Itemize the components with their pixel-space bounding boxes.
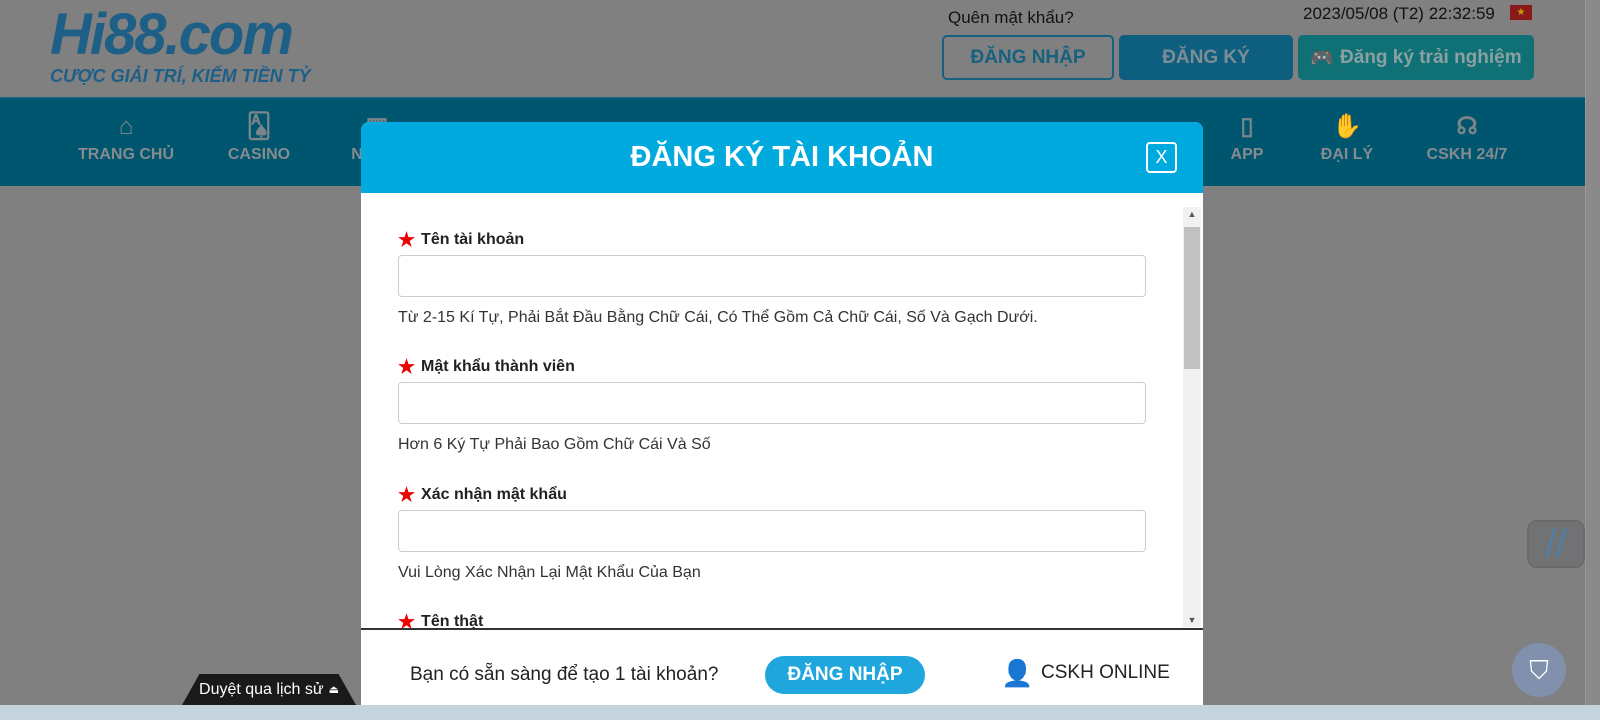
cards-icon: 🂡 — [246, 113, 272, 140]
confirm-password-hint: Vui Lòng Xác Nhận Lại Mật Khẩu Của Bạn — [398, 564, 701, 581]
vietnam-flag-icon[interactable]: ★ — [1510, 5, 1532, 20]
username-group: ★ Tên tài khoản Từ 2-15 Kí Tự, Phải Bắt Đ… — [398, 229, 1146, 327]
mcafee-shield-icon[interactable]: ⛉ — [1512, 643, 1566, 697]
login-button[interactable]: ĐĂNG NHẬP — [942, 35, 1114, 80]
required-star-icon: ★ — [398, 611, 416, 629]
username-input[interactable] — [398, 255, 1146, 297]
nav-app[interactable]: ▯ APP — [1225, 112, 1269, 164]
confirm-password-input[interactable] — [398, 510, 1146, 552]
phone-icon: ▯ — [1240, 113, 1254, 140]
username-hint: Từ 2-15 Kí Tự, Phải Bắt Đầu Bằng Chữ Cái… — [398, 309, 1038, 326]
scroll-up-icon[interactable]: ▲ — [1183, 209, 1201, 219]
bottom-bar — [0, 705, 1600, 720]
nav-support[interactable]: ☊ CSKH 24/7 — [1424, 112, 1510, 164]
password-input[interactable] — [398, 382, 1146, 424]
side-widget-button[interactable]: ⧸⧸ — [1527, 520, 1585, 568]
required-star-icon: ★ — [398, 484, 416, 506]
modal-footer: Bạn có sẵn sàng để tạo 1 tài khoản? ĐĂNG… — [361, 628, 1203, 705]
password-group: ★ Mật khẩu thành viên Hơn 6 Ký Tự Phải Ba… — [398, 356, 1146, 454]
forgot-password-link[interactable]: Quên mật khẩu? — [948, 8, 1074, 28]
password-hint: Hơn 6 Ký Tự Phải Bao Gồm Chữ Cái Và Số — [398, 436, 711, 453]
support-online-link[interactable]: 👤 CSKH ONLINE — [1001, 656, 1170, 690]
page-scrollbar[interactable] — [1585, 0, 1600, 705]
nav-casino[interactable]: 🂡 CASINO — [222, 112, 296, 164]
ready-text: Bạn có sẵn sàng để tạo 1 tài khoản? — [410, 664, 719, 685]
headset-24-icon: ☊ — [1456, 113, 1478, 140]
datetime: 2023/05/08 (T2) 22:32:59 — [1303, 4, 1495, 23]
close-button[interactable]: X — [1146, 142, 1177, 173]
browse-history-tab[interactable]: Duyệt qua lịch sử ⏏ — [182, 674, 356, 705]
required-star-icon: ★ — [398, 229, 416, 251]
required-star-icon: ★ — [398, 356, 416, 378]
home-icon: ⌂ — [118, 113, 134, 140]
register-modal: ĐĂNG KÝ TÀI KHOẢN X ★ Tên tài khoản Từ 2-… — [361, 122, 1203, 705]
logo[interactable]: Hi88.com CƯỢC GIẢI TRÍ, KIẾM TIỀN TỶ — [50, 6, 311, 87]
modal-title: ĐĂNG KÝ TÀI KHOẢN — [361, 122, 1203, 193]
scrollbar-thumb[interactable] — [1184, 227, 1200, 369]
realname-group: ★ Tên thật — [398, 611, 1146, 629]
eject-icon: ⏏ — [328, 684, 339, 696]
trial-register-button[interactable]: 🎮 Đăng ký trải nghiệm — [1298, 35, 1534, 80]
register-button[interactable]: ĐĂNG KÝ — [1119, 35, 1293, 80]
footer-login-button[interactable]: ĐĂNG NHẬP — [765, 656, 925, 694]
scroll-down-icon[interactable]: ▼ — [1183, 615, 1201, 625]
site-header: Hi88.com CƯỢC GIẢI TRÍ, KIẾM TIỀN TỶ Quê… — [0, 0, 1585, 97]
nav-home[interactable]: ⌂ TRANG CHỦ — [78, 112, 174, 164]
handshake-icon: ✋ — [1332, 113, 1362, 140]
nav-agent[interactable]: ✋ ĐẠI LÝ — [1315, 112, 1379, 164]
support-agent-icon: 👤 — [1001, 658, 1034, 688]
modal-scrollbar[interactable]: ▲ ▼ — [1183, 207, 1201, 627]
gamepad-icon: 🎮 — [1310, 47, 1335, 69]
confirm-password-group: ★ Xác nhận mật khẩu Vui Lòng Xác Nhận Lại… — [398, 484, 1146, 582]
modal-body: ★ Tên tài khoản Từ 2-15 Kí Tự, Phải Bắt Đ… — [361, 193, 1203, 628]
